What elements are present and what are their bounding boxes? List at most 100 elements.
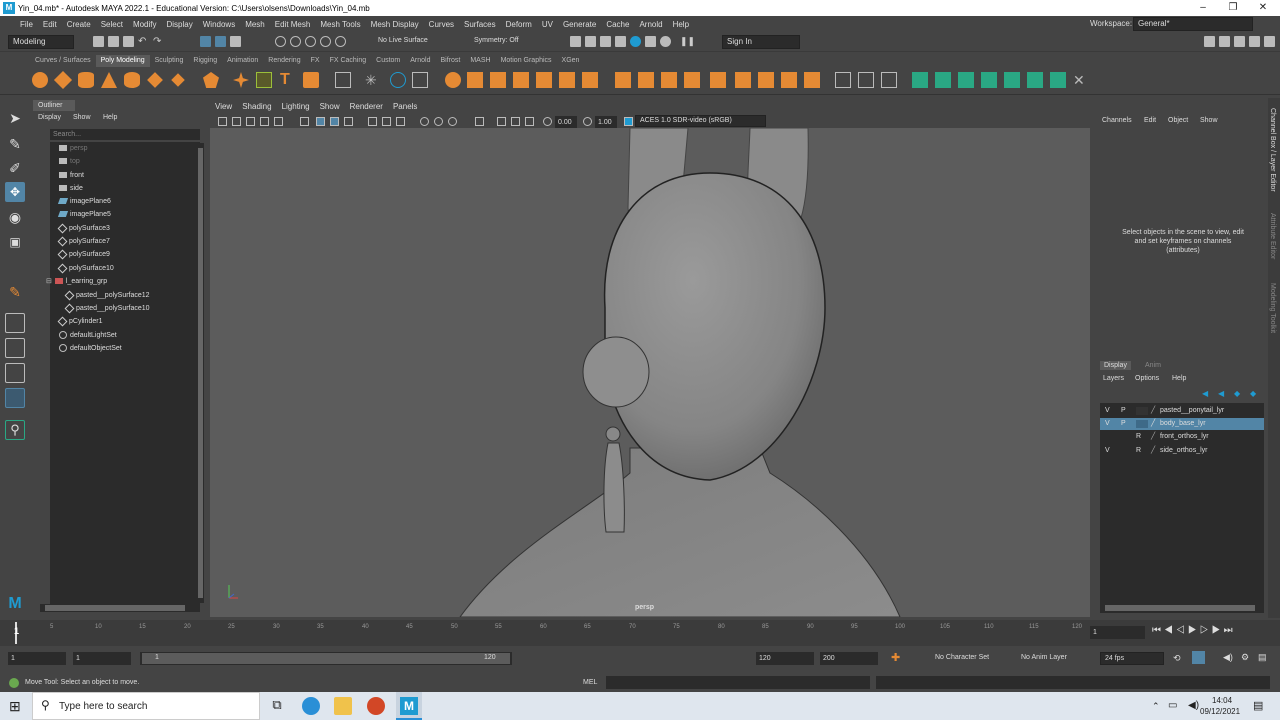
viewport-3d[interactable]: persp (210, 128, 1090, 617)
notifications-icon[interactable]: ▤ (1253, 699, 1263, 712)
shelf-tab-poly-modeling[interactable]: Poly Modeling (95, 55, 150, 67)
range-slider[interactable]: 1 120 (140, 652, 512, 665)
uv-transform-icon[interactable]: ✕ (1073, 72, 1089, 88)
persp-outliner-icon[interactable] (5, 363, 25, 383)
gamma-icon[interactable] (583, 117, 592, 126)
undo-icon[interactable]: ↶ (138, 36, 149, 47)
isolate-select-icon[interactable] (475, 117, 484, 126)
shelf-tab-curves-surfaces[interactable]: Curves / Surfaces (30, 55, 96, 67)
offset-edge-loop-icon[interactable] (710, 72, 726, 88)
outliner-item-imageplane6[interactable]: imagePlane6 (57, 196, 111, 208)
menu-deform[interactable]: Deform (501, 20, 537, 29)
layer-color-swatch[interactable] (1136, 420, 1148, 428)
layer-menu-layers[interactable]: Layers (1103, 375, 1124, 382)
menu-create[interactable]: Create (62, 20, 96, 29)
menu-edit[interactable]: Edit (38, 20, 62, 29)
outliner-item-side[interactable]: side (59, 183, 83, 195)
svg-tool-icon[interactable] (303, 72, 319, 88)
playback-controls[interactable]: ⏮◀◁▶▷▶⏭ (1152, 625, 1236, 636)
outliner-search-input[interactable]: Search... (50, 129, 200, 140)
taskbar-search-box[interactable]: ⚲ Type here to search (32, 692, 260, 720)
menu-modify[interactable]: Modify (128, 20, 162, 29)
menu-display[interactable]: Display (162, 20, 198, 29)
persp-graph-icon[interactable] (5, 388, 25, 408)
target-weld-icon[interactable] (638, 72, 654, 88)
type-tool-icon[interactable]: T (280, 72, 296, 88)
outliner-item-l-earring-grp[interactable]: ⊟ l_earring_grp (46, 276, 107, 288)
menu-set-dropdown[interactable]: Modeling (8, 35, 74, 49)
outliner-title[interactable]: Outliner (33, 100, 75, 111)
antialiasing-icon[interactable] (448, 117, 457, 126)
camera-attributes-icon[interactable] (232, 117, 241, 126)
layer-tab-display[interactable]: Display (1100, 361, 1131, 370)
menu-curves[interactable]: Curves (424, 20, 459, 29)
checker-map-icon[interactable] (1027, 72, 1043, 88)
sound-icon[interactable]: ◀) (1223, 652, 1233, 663)
workspace-dropdown[interactable]: General* (1133, 17, 1253, 31)
snap-view-plane-icon[interactable] (320, 36, 331, 47)
viewport-menu-show[interactable]: Show (315, 100, 345, 114)
layer-playback-toggle[interactable]: R (1136, 445, 1141, 457)
single-perspective-view-icon[interactable] (5, 313, 25, 333)
layer-row-body-base[interactable]: V P ╱ body_base_lyr (1100, 418, 1264, 430)
outliner-horizontal-scrollbar[interactable] (40, 604, 192, 612)
playback-end-field[interactable]: 120 (756, 652, 814, 665)
shelf-tab-arnold[interactable]: Arnold (405, 55, 435, 67)
layer-visibility-toggle[interactable]: V (1105, 418, 1110, 430)
new-layer-icon[interactable]: ◆ (1234, 389, 1240, 398)
shelf-tab-motion-graphics[interactable]: Motion Graphics (496, 55, 557, 67)
last-tool-icon[interactable]: ✎ (5, 282, 25, 302)
shelf-tab-animation[interactable]: Animation (222, 55, 263, 67)
range-slider-handle[interactable] (142, 653, 510, 664)
exposure-icon[interactable] (543, 117, 552, 126)
circularize-icon[interactable] (804, 72, 820, 88)
smooth-icon[interactable] (445, 72, 461, 88)
sweep-mesh-icon[interactable] (256, 72, 272, 88)
insert-edge-loop-icon[interactable] (684, 72, 700, 88)
bridge-icon[interactable] (490, 72, 506, 88)
outliner-item-pasted-polysurface10[interactable]: pasted__polySurface10 (64, 303, 150, 315)
edge-browser-icon[interactable] (302, 697, 320, 715)
shelf-tab-xgen[interactable]: XGen (557, 55, 585, 67)
outliner-item-front[interactable]: front (59, 170, 84, 182)
layer-playback-toggle[interactable]: P (1121, 405, 1126, 417)
layer-name[interactable]: side_orthos_lyr (1160, 445, 1207, 457)
four-view-icon[interactable] (5, 338, 25, 358)
shelf-tab-rendering[interactable]: Rendering (263, 55, 305, 67)
channelbox-menu-channels[interactable]: Channels (1102, 117, 1132, 124)
unfold-uv-icon[interactable] (935, 72, 951, 88)
layer-tab-anim[interactable]: Anim (1145, 362, 1161, 369)
close-button[interactable]: ✕ (1248, 0, 1278, 16)
shadows-icon[interactable] (396, 117, 405, 126)
menu-edit-mesh[interactable]: Edit Mesh (270, 20, 316, 29)
outliner-vertical-scrollbar[interactable] (197, 143, 204, 603)
extrude-icon[interactable] (467, 72, 483, 88)
cylindrical-map-icon[interactable] (881, 72, 897, 88)
sign-in-dropdown[interactable]: Sign In (722, 35, 800, 49)
layer-row-front-orthos[interactable]: R ╱ front_orthos_lyr (1100, 431, 1264, 443)
render-view-icon[interactable] (570, 36, 581, 47)
new-layer-selected-icon[interactable]: ◆ (1250, 389, 1256, 398)
animation-start-field[interactable]: 1 (8, 652, 66, 665)
current-frame-field[interactable]: 1 (1090, 626, 1145, 639)
layer-row-side-orthos[interactable]: V R ╱ side_orthos_lyr (1100, 445, 1264, 457)
render-setup-icon[interactable] (645, 36, 656, 47)
anim-settings-icon[interactable]: ▤ (1258, 652, 1267, 663)
outliner-item-imageplane5[interactable]: imagePlane5 (57, 209, 111, 221)
quad-draw-icon[interactable]: ✳ (365, 72, 381, 88)
wireframe-on-shaded-icon[interactable] (344, 117, 353, 126)
channelbox-menu-edit[interactable]: Edit (1144, 117, 1156, 124)
planar-map-icon[interactable] (858, 72, 874, 88)
menu-surfaces[interactable]: Surfaces (459, 20, 501, 29)
mesh-grid-icon[interactable] (335, 72, 351, 88)
combine-icon[interactable] (412, 72, 428, 88)
connect-icon[interactable] (661, 72, 677, 88)
ambient-occlusion-icon[interactable] (420, 117, 429, 126)
shelf-tab-bifrost[interactable]: Bifrost (436, 55, 466, 67)
viewport-menu-panels[interactable]: Panels (388, 100, 422, 114)
motion-blur-icon[interactable] (434, 117, 443, 126)
color-management-icon[interactable] (624, 117, 633, 126)
sew-uv-icon[interactable] (981, 72, 997, 88)
image-plane-toggle-icon[interactable] (260, 117, 269, 126)
attribute-editor-icon[interactable] (1219, 36, 1230, 47)
